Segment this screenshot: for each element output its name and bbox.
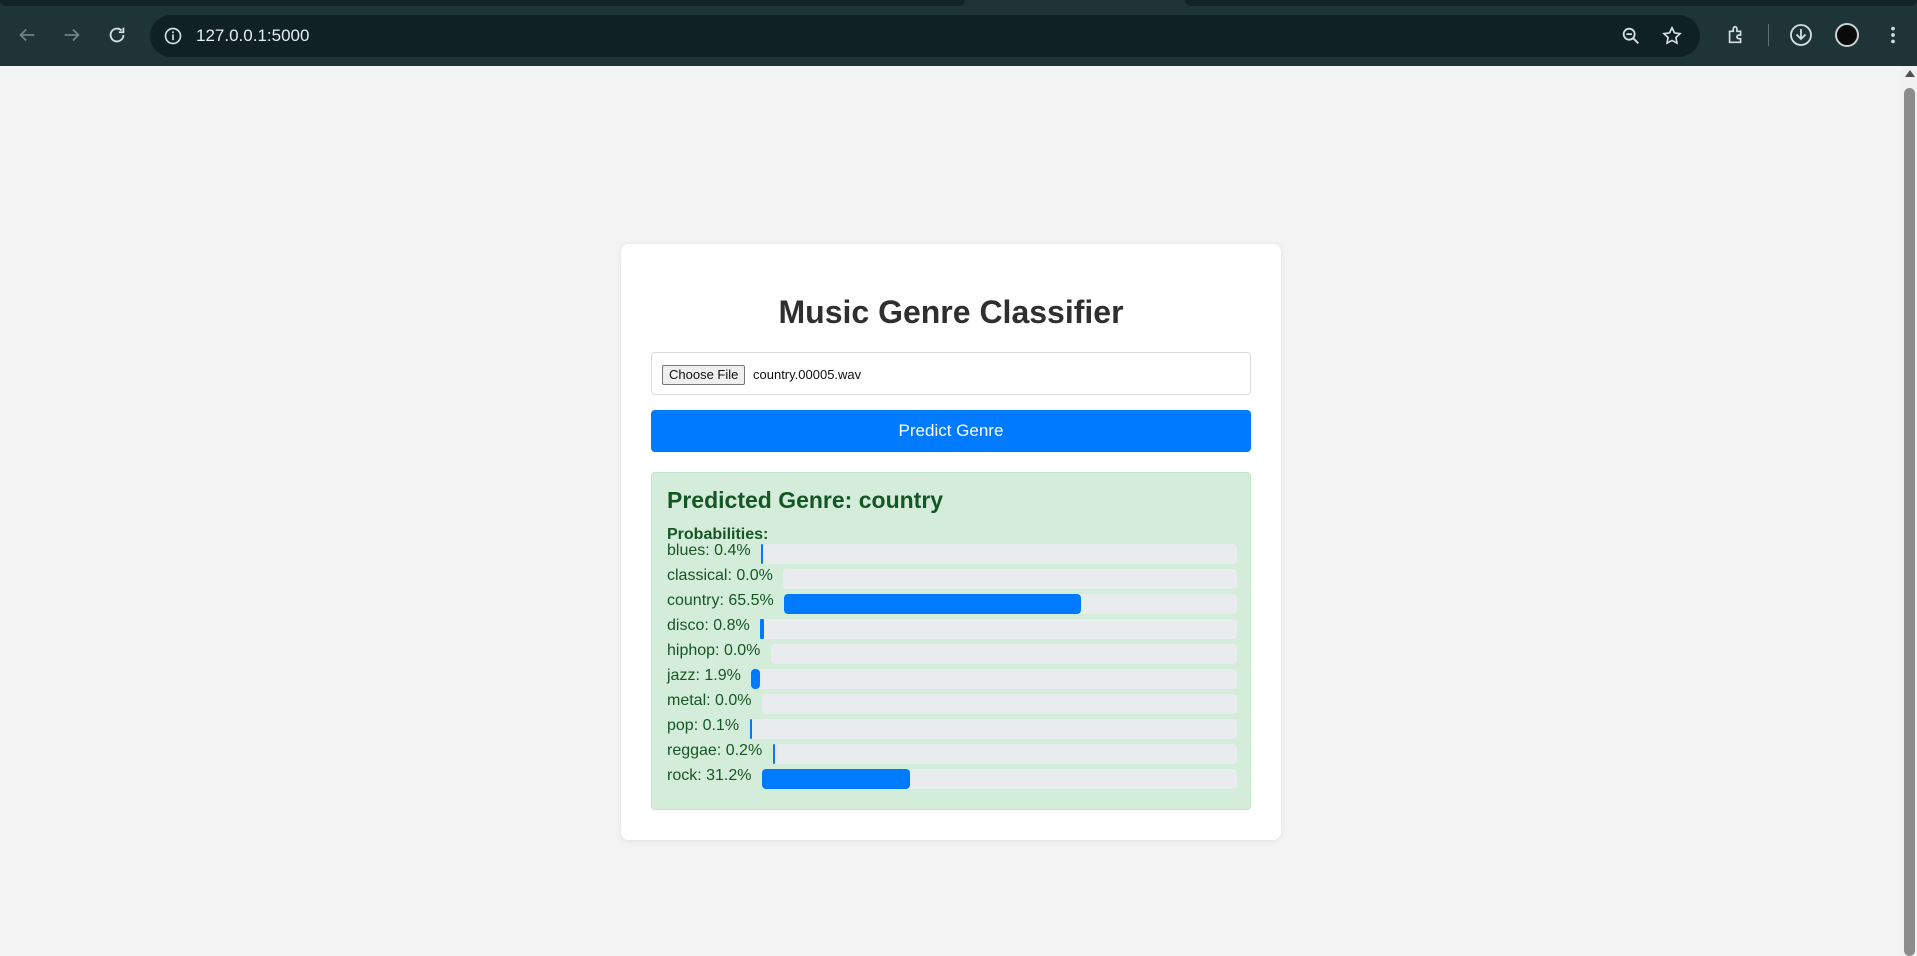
bookmark-star-icon[interactable] <box>1659 23 1685 49</box>
result-panel: Predicted Genre: country Probabilities: … <box>651 472 1251 810</box>
probability-row: hiphop: 0.0% <box>667 642 1237 664</box>
probability-bar-fill <box>750 719 752 739</box>
probability-label: hiphop: 0.0% <box>667 642 761 659</box>
profile-avatar[interactable] <box>1835 23 1859 47</box>
probability-bar-track <box>760 619 1237 639</box>
probability-bar-track <box>762 769 1237 789</box>
reload-icon <box>109 27 125 43</box>
probability-bar-track <box>762 694 1237 714</box>
probability-label: classical: 0.0% <box>667 567 773 584</box>
choose-file-button[interactable]: Choose File <box>662 365 746 385</box>
probability-label: disco: 0.8% <box>667 617 750 634</box>
predict-genre-button[interactable]: Predict Genre <box>651 410 1251 452</box>
url-text[interactable]: 127.0.0.1:5000 <box>196 26 309 46</box>
probability-label: pop: 0.1% <box>667 717 740 734</box>
probability-bar-fill <box>773 744 775 764</box>
probability-row: classical: 0.0% <box>667 567 1237 589</box>
back-button[interactable] <box>12 20 42 50</box>
site-info-icon[interactable] <box>160 23 186 49</box>
page-scrollbar[interactable] <box>1902 66 1917 956</box>
probability-bar-track <box>773 744 1237 764</box>
probability-label: country: 65.5% <box>667 592 774 609</box>
probability-bar-fill <box>784 594 1081 614</box>
probability-bar-track <box>751 669 1237 689</box>
probability-label: reggae: 0.2% <box>667 742 763 759</box>
probability-row: rock: 31.2% <box>667 767 1237 789</box>
downloads-icon[interactable] <box>1787 21 1815 49</box>
predicted-genre-heading: Predicted Genre: country <box>667 487 944 513</box>
probability-bar-track <box>784 594 1237 614</box>
extensions-icon[interactable] <box>1722 21 1750 49</box>
probability-row: jazz: 1.9% <box>667 667 1237 689</box>
probability-bar-fill <box>760 619 764 639</box>
probability-label: blues: 0.4% <box>667 542 751 559</box>
probability-bar-track <box>783 569 1237 589</box>
probability-bar-fill <box>761 544 763 564</box>
classifier-card: Music Genre Classifier Choose File count… <box>621 244 1281 840</box>
arrow-right-icon <box>64 28 80 42</box>
probability-bar-track <box>750 719 1237 739</box>
file-input[interactable]: Choose File country.00005.wav <box>651 352 1251 395</box>
page-title: Music Genre Classifier <box>778 294 1124 330</box>
browser-toolbar: 127.0.0.1:5000 <box>0 0 1917 66</box>
kebab-menu-icon[interactable] <box>1879 21 1907 49</box>
probability-bar-fill <box>751 669 761 689</box>
tab-strip <box>0 0 1917 10</box>
zoom-icon[interactable] <box>1618 23 1644 49</box>
toolbar-divider <box>1768 24 1769 46</box>
address-bar[interactable]: 127.0.0.1:5000 <box>150 15 1700 57</box>
probability-label: rock: 31.2% <box>667 767 752 784</box>
probability-label: jazz: 1.9% <box>667 667 741 684</box>
probability-row: reggae: 0.2% <box>667 742 1237 764</box>
forward-button[interactable] <box>57 20 87 50</box>
scroll-up-arrow-icon[interactable] <box>1905 70 1915 77</box>
probability-bar-track <box>761 544 1237 564</box>
probability-row: metal: 0.0% <box>667 692 1237 714</box>
selected-file-name: country.00005.wav <box>753 367 862 382</box>
tab[interactable] <box>1185 0 1917 6</box>
tab[interactable] <box>0 0 965 6</box>
probability-row: pop: 0.1% <box>667 717 1237 739</box>
scrollbar-thumb[interactable] <box>1904 88 1915 956</box>
probability-row: blues: 0.4% <box>667 542 1237 564</box>
reload-button[interactable] <box>102 20 132 50</box>
arrow-left-icon <box>19 28 35 42</box>
probability-label: metal: 0.0% <box>667 692 752 709</box>
probability-row: disco: 0.8% <box>667 617 1237 639</box>
probability-bar-track <box>771 644 1237 664</box>
probability-bar-fill <box>762 769 911 789</box>
probability-row: country: 65.5% <box>667 592 1237 614</box>
